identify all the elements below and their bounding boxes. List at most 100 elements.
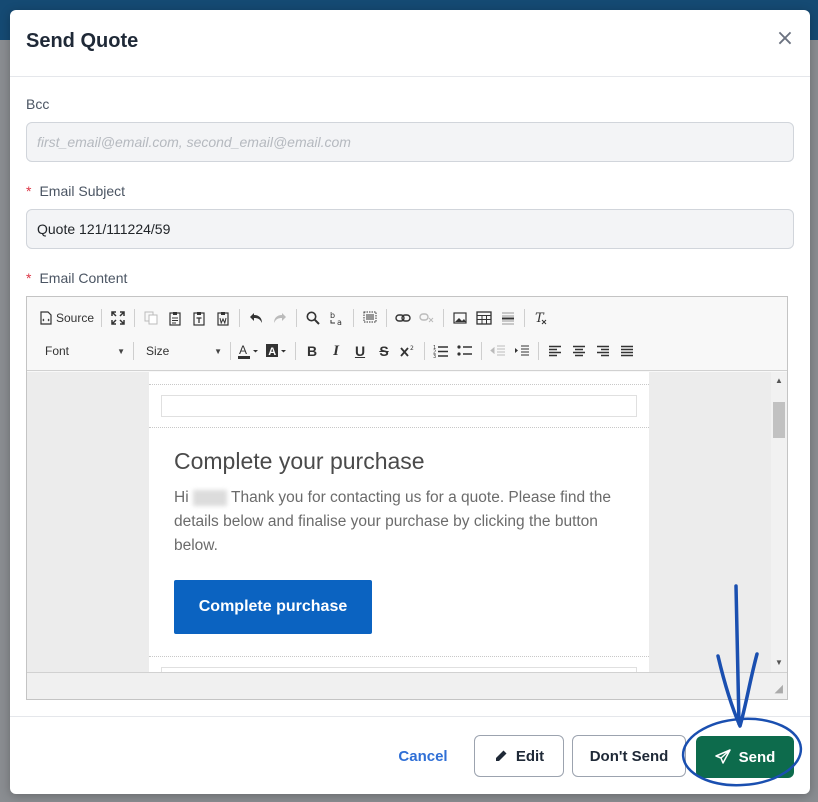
background-color-icon[interactable]: A — [263, 339, 291, 363]
email-header-block — [149, 384, 649, 428]
outdent-icon[interactable] — [486, 339, 510, 363]
email-footer-block — [149, 656, 649, 672]
redo-icon[interactable] — [268, 306, 292, 330]
svg-text:T: T — [535, 311, 545, 326]
bulleted-list-icon[interactable] — [453, 339, 477, 363]
italic-icon[interactable]: I — [324, 339, 348, 363]
indent-icon[interactable] — [510, 339, 534, 363]
paste-icon[interactable] — [163, 306, 187, 330]
strikethrough-icon[interactable]: S — [372, 339, 396, 363]
toolbar-separator — [133, 342, 134, 360]
paste-word-icon[interactable] — [211, 306, 235, 330]
toolbar-separator — [101, 309, 103, 327]
editor-toolbar: Source b a T Font ▼ Size ▼ A A B I U S 2… — [27, 297, 787, 371]
chevron-down-icon: ▼ — [214, 346, 222, 356]
send-button[interactable]: Send — [696, 736, 794, 778]
toolbar-separator — [353, 309, 355, 327]
source-label: Source — [56, 311, 95, 325]
required-marker: * — [26, 183, 32, 199]
editor-scrollbar[interactable]: ▲ ▼ — [771, 372, 787, 672]
align-center-icon[interactable] — [567, 339, 591, 363]
subject-label-text: Email Subject — [39, 183, 126, 199]
align-left-icon[interactable] — [543, 339, 567, 363]
size-dropdown[interactable]: Size ▼ — [138, 339, 226, 363]
complete-purchase-button[interactable]: Complete purchase — [174, 580, 372, 634]
font-dropdown-label: Font — [45, 344, 70, 358]
bold-icon[interactable]: B — [300, 339, 324, 363]
table-icon[interactable] — [472, 306, 496, 330]
email-preview: Complete your purchase Hi Thank you for … — [149, 372, 649, 672]
email-body-text: Hi Thank you for contacting us for a quo… — [174, 486, 634, 558]
toolbar-separator — [134, 309, 136, 327]
find-icon[interactable] — [301, 306, 325, 330]
size-dropdown-label: Size — [146, 344, 170, 358]
redacted-name — [192, 489, 227, 506]
editor-status-bar: ◢ — [27, 672, 787, 699]
modal-header: Send Quote × — [10, 10, 810, 77]
toolbar-separator — [295, 342, 296, 360]
toolbar-separator — [538, 342, 539, 360]
editor-content-area[interactable]: Complete your purchase Hi Thank you for … — [27, 372, 771, 672]
toolbar-row-1: Source b a T — [37, 305, 553, 331]
image-icon[interactable] — [448, 306, 472, 330]
text-color-icon[interactable]: A — [235, 339, 263, 363]
dont-send-button[interactable]: Don't Send — [572, 735, 686, 777]
maximize-icon[interactable] — [106, 306, 130, 330]
close-icon[interactable]: × — [774, 28, 796, 50]
paper-plane-icon — [714, 749, 731, 765]
toolbar-separator — [481, 342, 482, 360]
cancel-button[interactable]: Cancel — [388, 735, 458, 777]
remove-format-icon[interactable]: T — [529, 306, 553, 330]
svg-text:A: A — [268, 346, 276, 358]
subject-input[interactable] — [26, 209, 794, 249]
bcc-input[interactable] — [26, 122, 794, 162]
svg-text:3: 3 — [433, 354, 436, 358]
required-marker: * — [26, 270, 32, 286]
undo-icon[interactable] — [244, 306, 268, 330]
toolbar-separator — [443, 309, 445, 327]
modal-title: Send Quote — [26, 30, 139, 52]
toolbar-separator — [239, 309, 241, 327]
pencil-icon — [494, 749, 508, 763]
link-icon[interactable] — [391, 306, 415, 330]
source-button[interactable]: Source — [37, 306, 97, 330]
paste-text-icon[interactable] — [187, 306, 211, 330]
svg-text:b: b — [330, 311, 335, 320]
content-label: * Email Content — [26, 270, 127, 286]
send-button-label: Send — [738, 748, 776, 766]
horizontal-line-icon[interactable] — [496, 306, 520, 330]
toolbar-separator — [524, 309, 526, 327]
modal-footer: Cancel Edit Don't Send Send — [10, 716, 810, 794]
toolbar-separator — [296, 309, 298, 327]
svg-text:a: a — [337, 318, 342, 326]
send-quote-modal: Send Quote × Bcc * Email Subject * Email C… — [10, 10, 810, 794]
edit-button[interactable]: Edit — [474, 735, 564, 777]
content-label-text: Email Content — [39, 270, 128, 286]
align-justify-icon[interactable] — [615, 339, 639, 363]
email-greeting: Hi — [174, 489, 189, 506]
numbered-list-icon[interactable]: 123 — [429, 339, 453, 363]
scroll-up-icon[interactable]: ▲ — [771, 374, 787, 388]
toolbar-separator — [230, 342, 231, 360]
scroll-down-icon[interactable]: ▼ — [771, 656, 787, 670]
font-dropdown[interactable]: Font ▼ — [37, 339, 129, 363]
bcc-label: Bcc — [26, 96, 50, 112]
toolbar-separator — [386, 309, 388, 327]
source-icon — [40, 311, 52, 325]
resize-grip-icon[interactable]: ◢ — [775, 682, 783, 695]
underline-icon[interactable]: U — [348, 339, 372, 363]
email-header-placeholder — [161, 395, 637, 417]
toolbar-separator — [424, 342, 425, 360]
rich-text-editor: Source b a T Font ▼ Size ▼ A A B I U S 2… — [26, 296, 788, 700]
superscript-icon[interactable]: 2 — [396, 339, 420, 363]
svg-text:2: 2 — [410, 345, 414, 352]
select-all-icon[interactable] — [358, 306, 382, 330]
copy-icon[interactable] — [139, 306, 163, 330]
subject-label: * Email Subject — [26, 183, 125, 199]
toolbar-row-2: Font ▼ Size ▼ A A B I U S 2 1 2 3 — [37, 338, 639, 364]
align-right-icon[interactable] — [591, 339, 615, 363]
scrollbar-thumb[interactable] — [773, 402, 785, 438]
replace-icon[interactable]: ba — [325, 306, 349, 330]
edit-button-label: Edit — [515, 747, 545, 765]
unlink-icon[interactable] — [415, 306, 439, 330]
